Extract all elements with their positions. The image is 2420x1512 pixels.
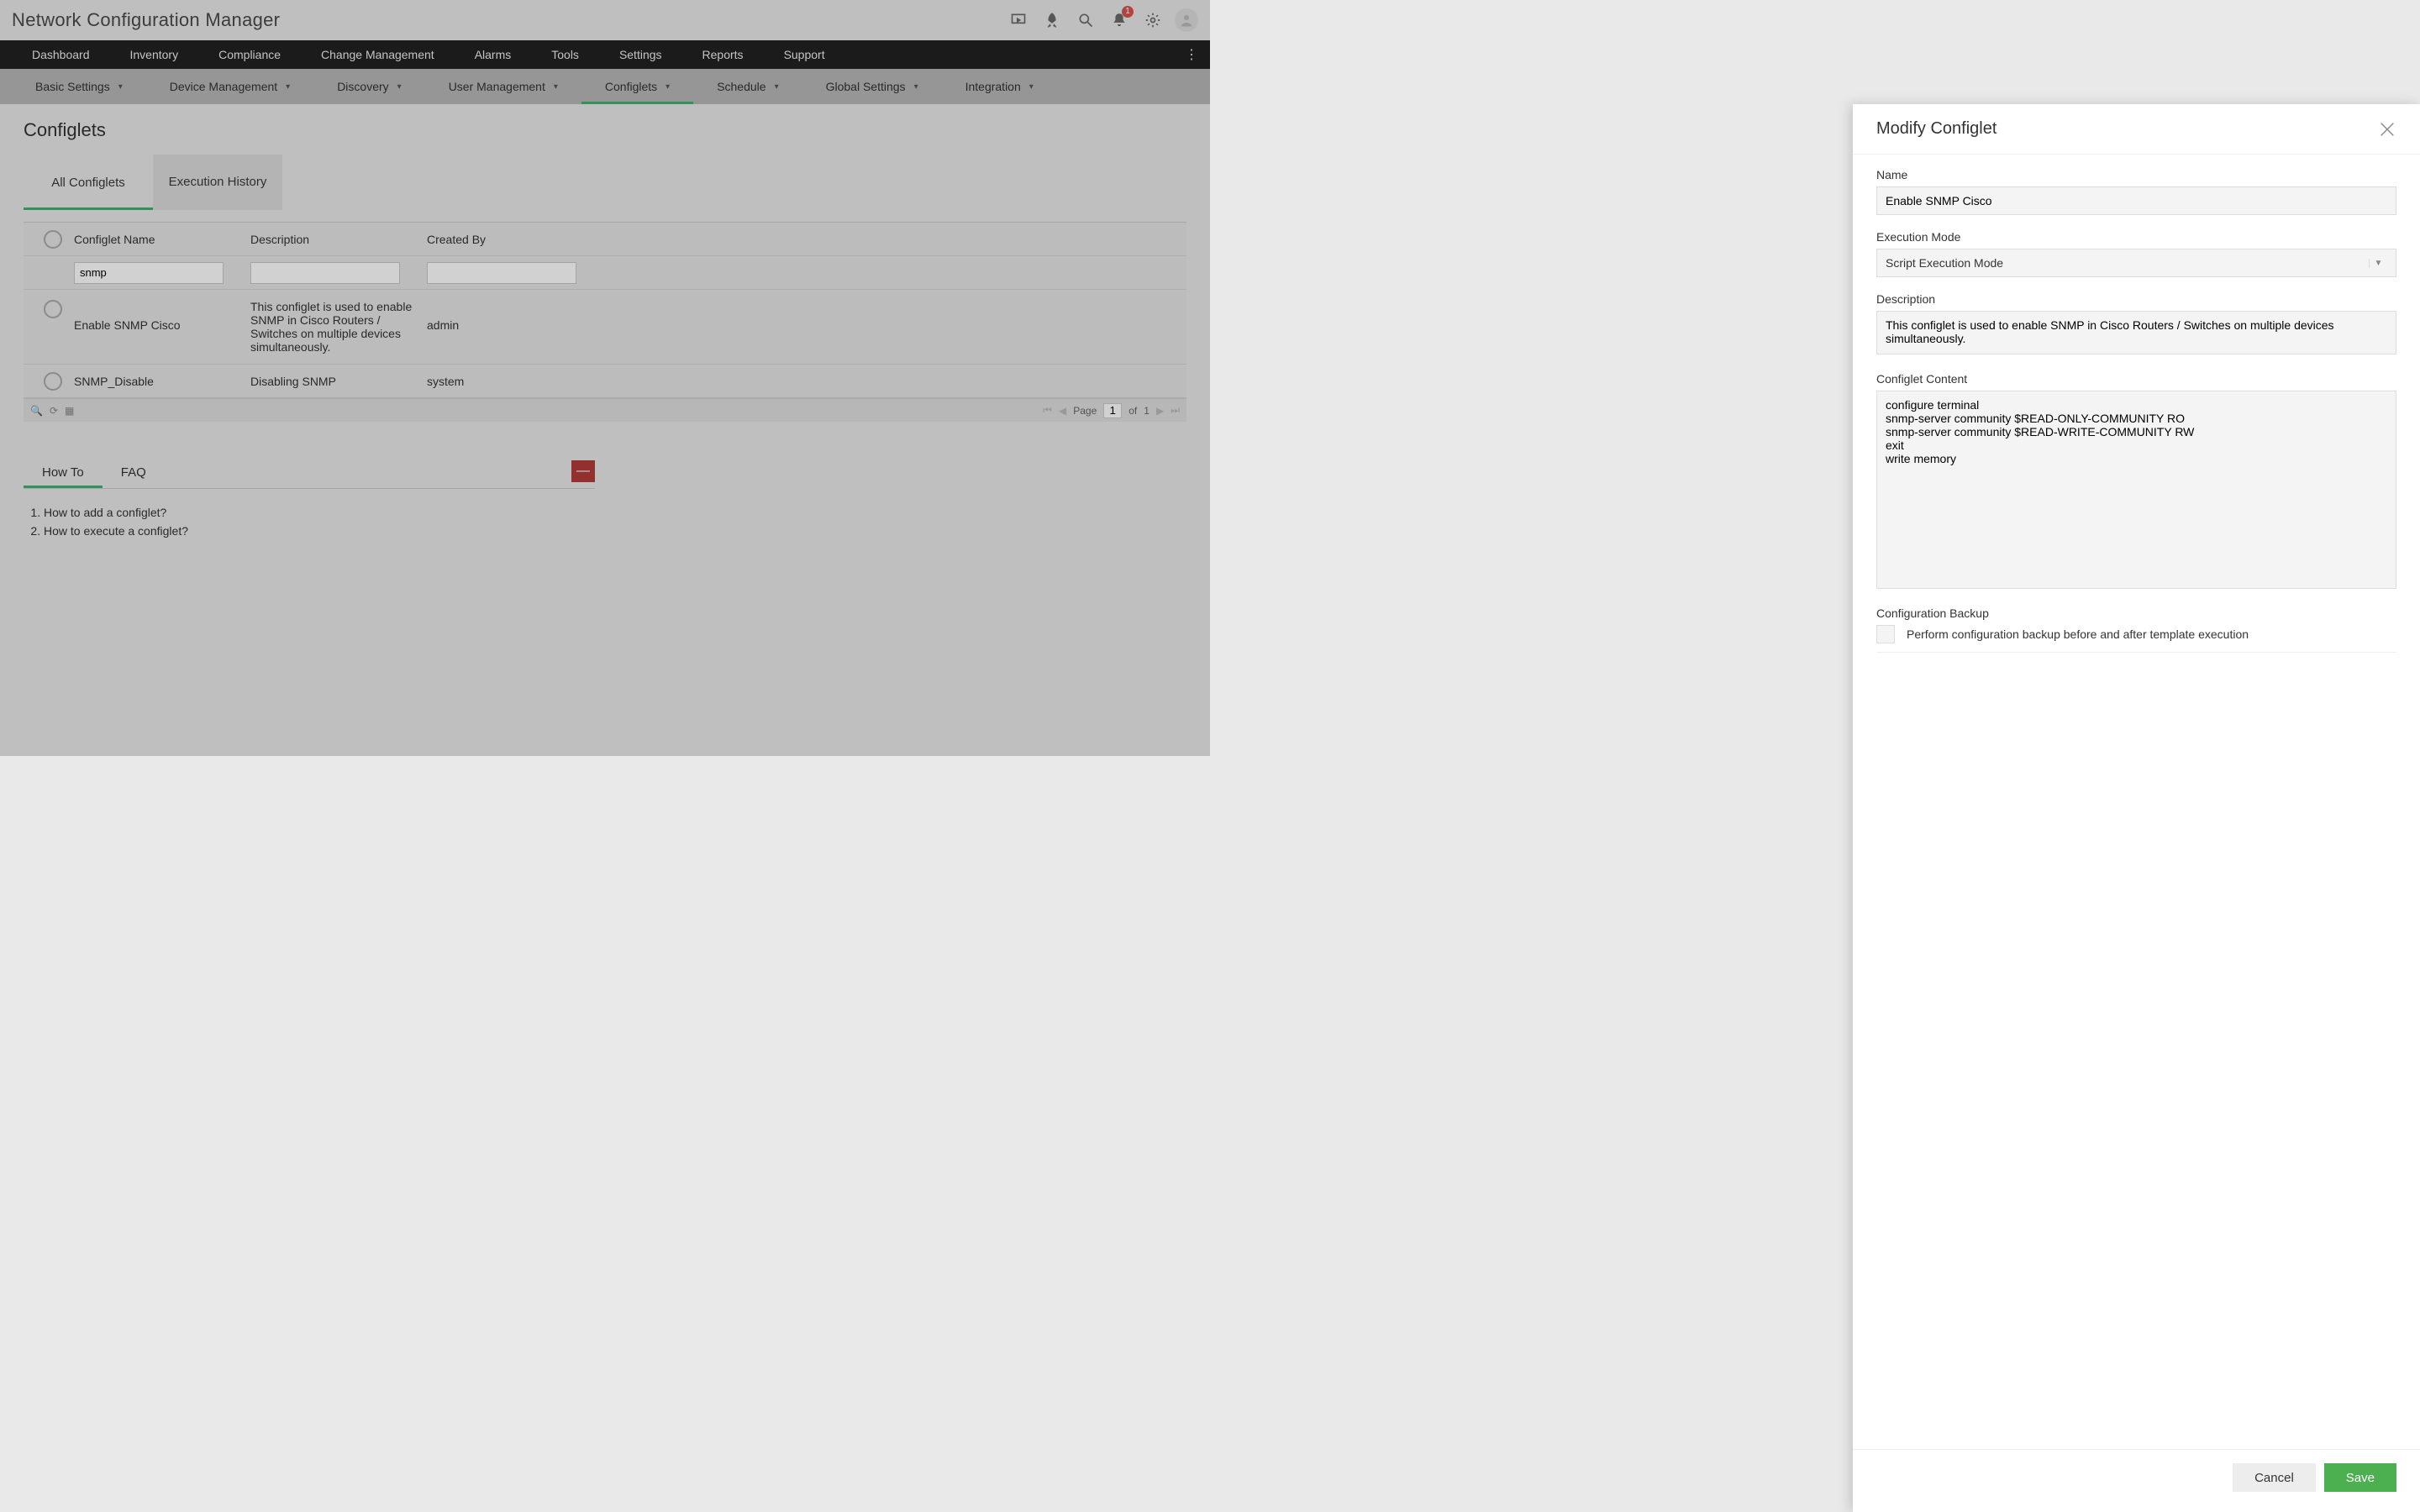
save-button[interactable]: Save bbox=[2324, 1463, 2396, 1492]
panel-body: Name Execution Mode Script Execution Mod… bbox=[1853, 155, 2420, 1449]
label-backup-section: Configuration Backup bbox=[1876, 606, 2396, 620]
modify-configlet-panel: Modify Configlet Name Execution Mode Scr… bbox=[1853, 104, 2420, 1512]
chevron-down-icon: ▼ bbox=[2369, 259, 2387, 268]
separator bbox=[1876, 652, 2396, 653]
panel-footer: Cancel Save bbox=[1853, 1449, 2420, 1512]
label-exec-mode: Execution Mode bbox=[1876, 230, 2396, 244]
cancel-button[interactable]: Cancel bbox=[2233, 1463, 2316, 1492]
label-name: Name bbox=[1876, 168, 2396, 181]
checkbox-backup[interactable] bbox=[1876, 625, 1895, 643]
textarea-description[interactable] bbox=[1876, 311, 2396, 354]
panel-header: Modify Configlet bbox=[1853, 104, 2420, 155]
panel-title: Modify Configlet bbox=[1876, 119, 1996, 139]
label-description: Description bbox=[1876, 292, 2396, 306]
label-backup-check: Perform configuration backup before and … bbox=[1907, 627, 2249, 641]
label-content: Configlet Content bbox=[1876, 372, 2396, 386]
textarea-content[interactable] bbox=[1876, 391, 2396, 589]
modal-scrim bbox=[0, 0, 1210, 756]
input-name[interactable] bbox=[1876, 186, 2396, 215]
close-icon[interactable] bbox=[2378, 120, 2396, 139]
select-exec-mode[interactable]: Script Execution Mode ▼ bbox=[1876, 249, 2396, 277]
select-exec-mode-value: Script Execution Mode bbox=[1886, 256, 2003, 270]
